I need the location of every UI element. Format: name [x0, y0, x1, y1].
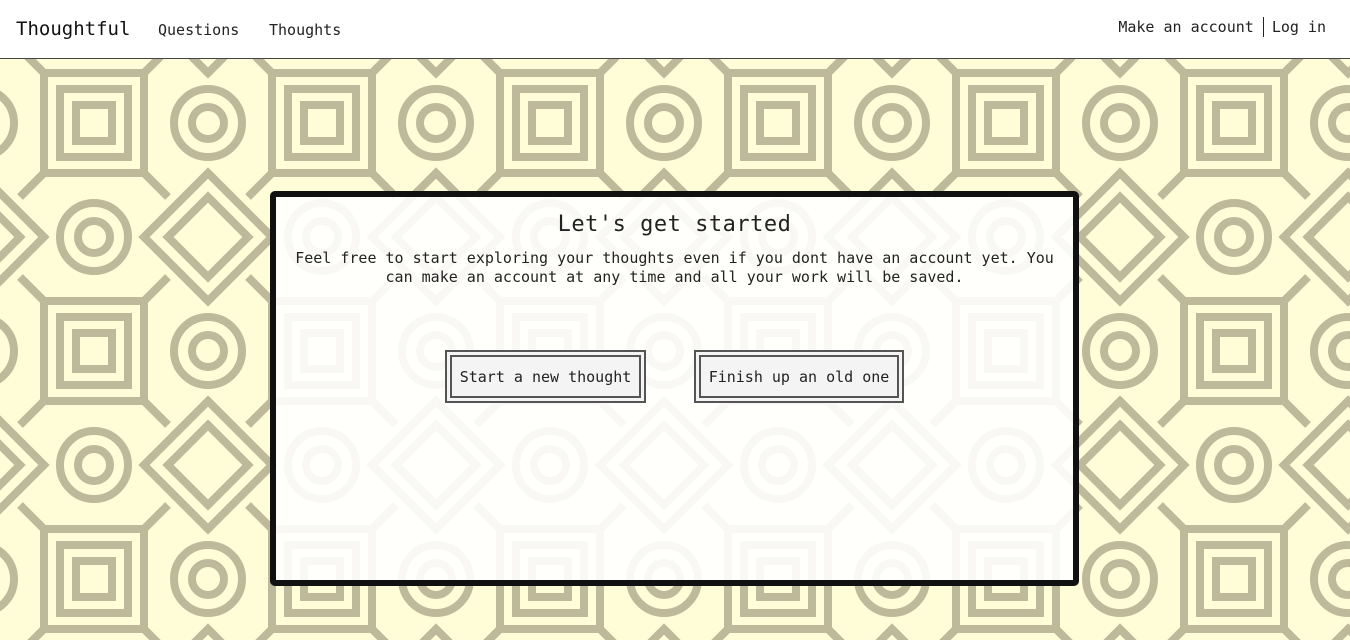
- finish-old-thought-button[interactable]: Finish up an old one: [694, 350, 904, 403]
- card-intro-text: Feel free to start exploring your though…: [295, 249, 1054, 286]
- start-new-thought-button[interactable]: Start a new thought: [445, 350, 646, 403]
- auth-links: Make an account Log in: [1118, 17, 1326, 37]
- finish-old-thought-label: Finish up an old one: [699, 355, 899, 398]
- brand-logo-link[interactable]: Thoughtful: [16, 17, 130, 41]
- login-link[interactable]: Log in: [1272, 17, 1326, 37]
- auth-divider: [1262, 17, 1264, 37]
- make-account-link[interactable]: Make an account: [1118, 17, 1253, 37]
- top-nav-bar: Thoughtful Questions Thoughts Make an ac…: [0, 0, 1350, 59]
- nav-thoughts-link[interactable]: Thoughts: [269, 20, 341, 40]
- page: Thoughtful Questions Thoughts Make an ac…: [0, 0, 1350, 640]
- get-started-card: Let's get started Feel free to start exp…: [270, 191, 1079, 586]
- nav-questions-link[interactable]: Questions: [158, 20, 239, 40]
- start-new-thought-label: Start a new thought: [450, 355, 641, 398]
- card-title: Let's get started: [557, 212, 792, 237]
